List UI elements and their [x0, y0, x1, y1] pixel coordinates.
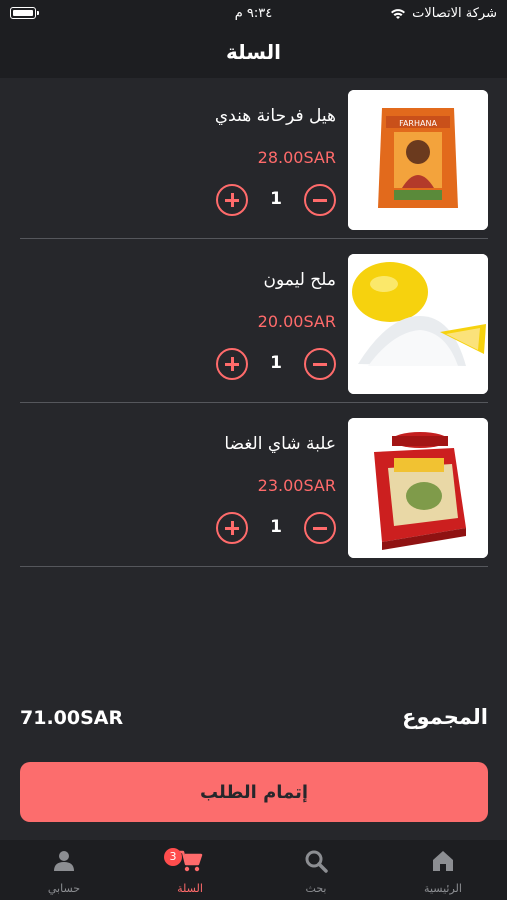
cart-list: FARHANA هيل فرحانة هندي 28.00SAR 1 ملح ل…: [20, 88, 488, 567]
tab-home-label: الرئيسية: [424, 882, 462, 895]
product-image-cardamom[interactable]: FARHANA: [348, 90, 488, 230]
quantity-stepper: 1: [216, 348, 336, 380]
tab-cart-label: السلة: [177, 882, 203, 895]
cart-item: ملح ليمون 20.00SAR 1: [20, 252, 488, 403]
bottom-tab-bar: الرئيسية بحث 3 السلة حسابي: [0, 840, 507, 900]
battery-icon: [10, 7, 39, 19]
status-bar: شركة الاتصالات ٩:٣٤ م: [0, 0, 507, 28]
tab-search-label: بحث: [305, 882, 327, 895]
checkout-button[interactable]: إتمام الطلب: [20, 762, 488, 822]
item-quantity: 1: [270, 517, 282, 537]
item-name: ملح ليمون: [263, 270, 336, 290]
page-header: السلة: [0, 28, 507, 78]
increase-quantity-button[interactable]: [216, 512, 248, 544]
tab-account[interactable]: حسابي: [14, 840, 114, 900]
person-icon: [54, 851, 74, 871]
item-name: هيل فرحانة هندي: [214, 106, 336, 126]
increase-quantity-button[interactable]: [216, 348, 248, 380]
tab-search[interactable]: بحث: [266, 840, 366, 900]
home-icon: [433, 851, 453, 871]
status-time: ٩:٣٤ م: [234, 6, 273, 21]
cardamom-pack-image: FARHANA: [348, 90, 488, 230]
increase-quantity-button[interactable]: [216, 184, 248, 216]
svg-text:FARHANA: FARHANA: [399, 119, 437, 128]
item-price: 28.00SAR: [257, 148, 336, 167]
product-image-lemon-salt[interactable]: [348, 254, 488, 394]
decrease-quantity-button[interactable]: [304, 184, 336, 216]
decrease-quantity-button[interactable]: [304, 348, 336, 380]
tab-account-label: حسابي: [47, 882, 81, 895]
cart-count-badge: 3: [164, 848, 182, 866]
total-label: المجموع: [402, 705, 488, 729]
lemon-salt-image: [348, 254, 488, 394]
search-icon: [305, 850, 328, 873]
carrier-group: شركة الاتصالات: [390, 6, 497, 21]
tea-tin-image: [348, 418, 488, 558]
carrier-name: شركة الاتصالات: [412, 6, 497, 21]
item-quantity: 1: [270, 189, 282, 209]
quantity-stepper: 1: [216, 512, 336, 544]
item-name: علبة شاي الغضا: [224, 434, 336, 454]
item-price: 23.00SAR: [257, 476, 336, 495]
item-price: 20.00SAR: [257, 312, 336, 331]
total-value: 71.00SAR: [20, 707, 124, 729]
total-row: المجموع 71.00SAR: [20, 705, 488, 735]
tab-home[interactable]: الرئيسية: [393, 840, 493, 900]
cart-item: FARHANA هيل فرحانة هندي 28.00SAR 1: [20, 88, 488, 239]
product-image-tea-tin[interactable]: [348, 418, 488, 558]
decrease-quantity-button[interactable]: [304, 512, 336, 544]
tab-cart[interactable]: 3 السلة: [140, 840, 240, 900]
item-quantity: 1: [270, 353, 282, 373]
wifi-icon: [391, 8, 406, 19]
quantity-stepper: 1: [216, 184, 336, 216]
page-title: السلة: [225, 40, 281, 64]
cart-item: علبة شاي الغضا 23.00SAR 1: [20, 416, 488, 567]
